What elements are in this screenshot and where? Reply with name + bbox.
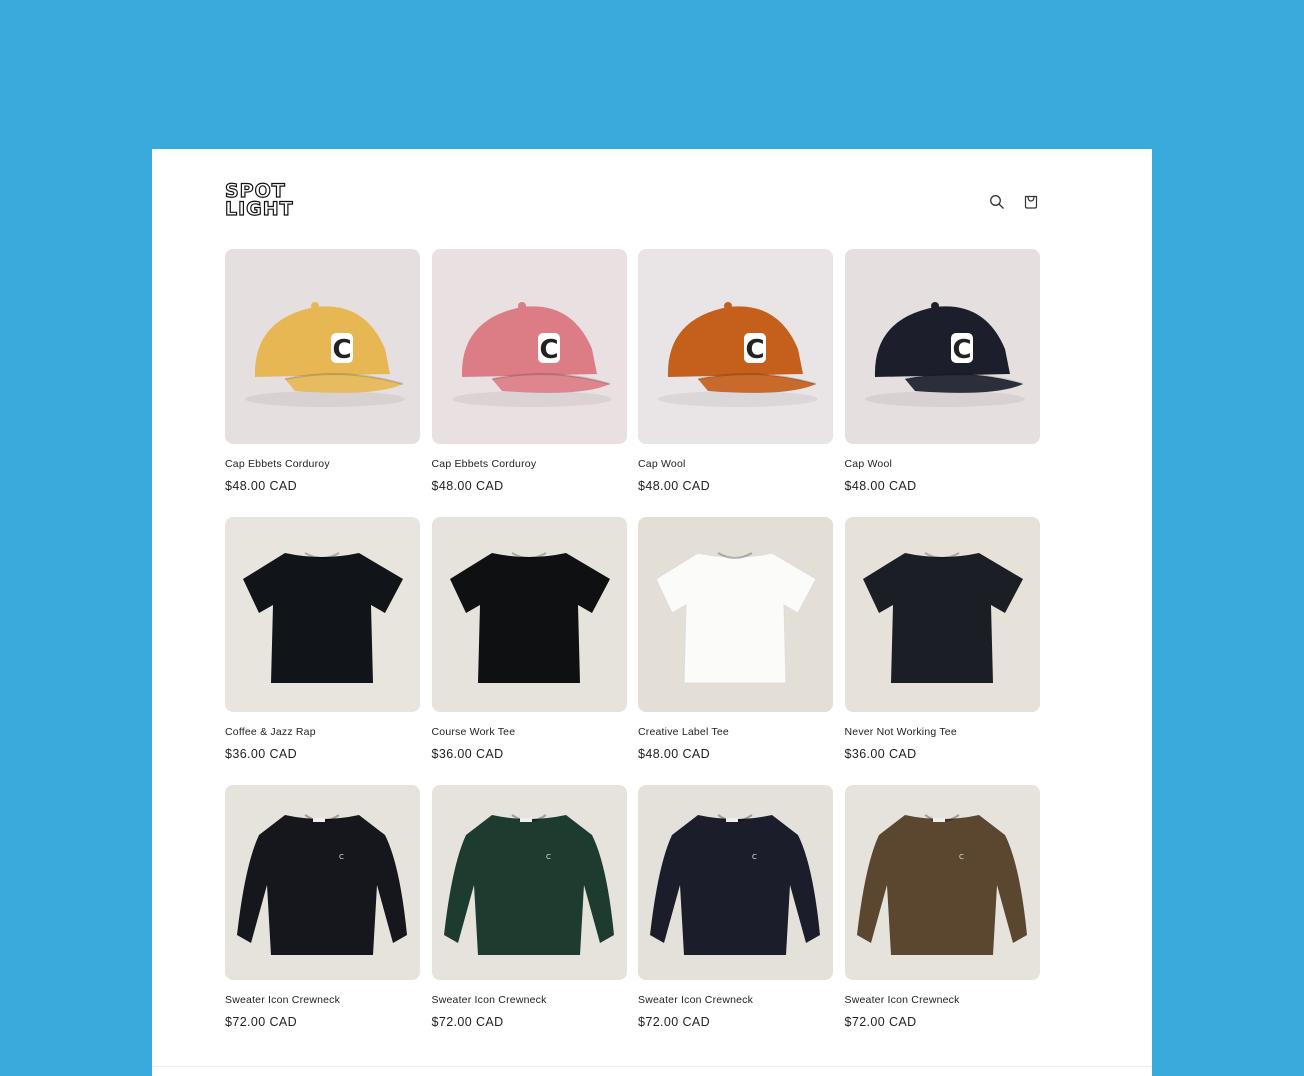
product-card[interactable]: Never Not Working Tee $36.00 CAD bbox=[844, 517, 1040, 785]
tee-image bbox=[638, 517, 833, 712]
svg-text:C: C bbox=[952, 335, 971, 365]
product-grid: C Cap Ebbets Corduroy $48.00 CAD C Cap Eb… bbox=[225, 249, 1040, 1053]
product-price: $72.00 CAD bbox=[844, 1015, 917, 1029]
cap-image: C bbox=[431, 249, 627, 444]
tee-image bbox=[225, 517, 420, 712]
product-price: $48.00 CAD bbox=[638, 479, 711, 493]
product-price: $36.00 CAD bbox=[844, 747, 917, 761]
svg-text:C: C bbox=[745, 335, 764, 365]
product-price: $36.00 CAD bbox=[431, 747, 504, 761]
product-price: $72.00 CAD bbox=[225, 1015, 298, 1029]
product-title[interactable]: Cap Ebbets Corduroy bbox=[225, 458, 420, 471]
product-title[interactable]: Sweater Icon Crewneck bbox=[432, 994, 627, 1007]
product-card[interactable]: Coffee & Jazz Rap $36.00 CAD bbox=[225, 517, 420, 785]
svg-text:C: C bbox=[539, 335, 558, 365]
product-price: $36.00 CAD bbox=[225, 747, 298, 761]
svg-text:C: C bbox=[546, 853, 551, 861]
product-image[interactable]: C bbox=[431, 249, 627, 444]
product-title[interactable]: Sweater Icon Crewneck bbox=[638, 994, 833, 1007]
footer-divider bbox=[152, 1066, 1152, 1067]
product-title[interactable]: Cap Wool bbox=[845, 458, 1040, 471]
svg-text:C: C bbox=[959, 853, 964, 861]
product-title[interactable]: Sweater Icon Crewneck bbox=[845, 994, 1040, 1007]
product-card[interactable]: C Sweater Icon Crewneck $72.00 CAD bbox=[431, 785, 627, 1053]
product-image[interactable] bbox=[431, 517, 627, 712]
cart-button[interactable] bbox=[1022, 193, 1040, 211]
search-icon bbox=[990, 195, 1004, 209]
product-card[interactable]: C Cap Wool $48.00 CAD bbox=[638, 249, 833, 517]
product-card[interactable]: Creative Label Tee $48.00 CAD bbox=[638, 517, 833, 785]
product-title[interactable]: Cap Ebbets Corduroy bbox=[432, 458, 627, 471]
product-card[interactable]: C Sweater Icon Crewneck $72.00 CAD bbox=[844, 785, 1040, 1053]
svg-text:C: C bbox=[339, 853, 344, 861]
product-price: $48.00 CAD bbox=[431, 479, 504, 493]
header-icons bbox=[988, 193, 1040, 211]
product-title[interactable]: Sweater Icon Crewneck bbox=[225, 994, 420, 1007]
tee-image bbox=[431, 517, 627, 712]
store-logo[interactable]: SPOT LIGHT bbox=[224, 181, 294, 220]
product-card[interactable]: C Cap Ebbets Corduroy $48.00 CAD bbox=[225, 249, 420, 517]
product-price: $72.00 CAD bbox=[638, 1015, 711, 1029]
sweater-image: C bbox=[431, 785, 627, 980]
sweater-image: C bbox=[844, 785, 1040, 980]
cap-image: C bbox=[844, 249, 1040, 444]
product-image[interactable]: C bbox=[638, 785, 833, 980]
product-image[interactable]: C bbox=[844, 785, 1040, 980]
product-title[interactable]: Never Not Working Tee bbox=[845, 726, 1040, 739]
product-image[interactable]: C bbox=[638, 249, 833, 444]
tee-image bbox=[844, 517, 1040, 712]
product-price: $48.00 CAD bbox=[225, 479, 298, 493]
logo-line-2: LIGHT bbox=[224, 198, 294, 220]
search-button[interactable] bbox=[988, 193, 1006, 211]
product-title[interactable]: Coffee & Jazz Rap bbox=[225, 726, 420, 739]
product-price: $48.00 CAD bbox=[638, 747, 711, 761]
product-title[interactable]: Course Work Tee bbox=[432, 726, 627, 739]
svg-text:C: C bbox=[332, 335, 351, 365]
product-image[interactable] bbox=[638, 517, 833, 712]
product-image[interactable]: C bbox=[225, 785, 420, 980]
product-image[interactable] bbox=[225, 517, 420, 712]
product-card[interactable]: C Cap Wool $48.00 CAD bbox=[844, 249, 1040, 517]
site-header: SPOT LIGHT bbox=[224, 181, 1040, 224]
sweater-image: C bbox=[225, 785, 420, 980]
product-card[interactable]: Course Work Tee $36.00 CAD bbox=[431, 517, 627, 785]
cap-image: C bbox=[225, 249, 420, 444]
product-image[interactable]: C bbox=[431, 785, 627, 980]
sweater-image: C bbox=[638, 785, 833, 980]
product-card[interactable]: C Sweater Icon Crewneck $72.00 CAD bbox=[638, 785, 833, 1053]
product-title[interactable]: Creative Label Tee bbox=[638, 726, 833, 739]
cart-icon bbox=[1024, 195, 1038, 209]
product-card[interactable]: C Sweater Icon Crewneck $72.00 CAD bbox=[225, 785, 420, 1053]
product-image[interactable]: C bbox=[225, 249, 420, 444]
product-price: $72.00 CAD bbox=[431, 1015, 504, 1029]
product-title[interactable]: Cap Wool bbox=[638, 458, 833, 471]
product-price: $48.00 CAD bbox=[844, 479, 917, 493]
product-image[interactable]: C bbox=[844, 249, 1040, 444]
product-card[interactable]: C Cap Ebbets Corduroy $48.00 CAD bbox=[431, 249, 627, 517]
store-page: SPOT LIGHT C Cap Ebbets Corduroy $48.00 … bbox=[152, 149, 1152, 1076]
product-image[interactable] bbox=[844, 517, 1040, 712]
cap-image: C bbox=[638, 249, 833, 444]
svg-text:C: C bbox=[752, 853, 757, 861]
